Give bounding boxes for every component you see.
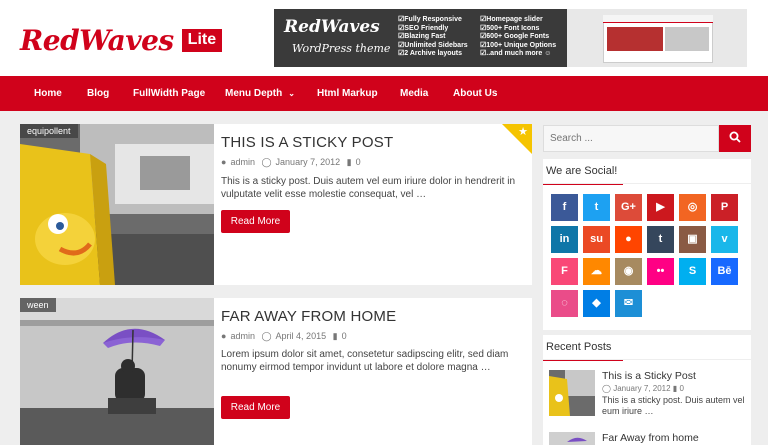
post-meta: ● admin ◯ January 7, 2012 ▮ 0 [221, 157, 365, 168]
post-card: equipollent THIS IS A STICKY POST ● admin… [20, 124, 532, 285]
recent-post-meta: ◯ January 7, 2012 ▮ 0 [602, 384, 684, 393]
nav-item-label: Menu Depth [225, 88, 283, 99]
post-title[interactable]: THIS IS A STICKY POST [221, 134, 393, 151]
search-widget [543, 125, 751, 152]
post-author[interactable]: admin [230, 157, 255, 167]
header-ad-banner[interactable]: RedWaves WordPress theme Fully Responsiv… [274, 9, 747, 67]
instagram-icon[interactable]: ▣ [679, 226, 706, 253]
recent-post-title[interactable]: Far Away from home [602, 432, 699, 444]
tumblr-icon[interactable]: t [647, 226, 674, 253]
main-nav: Home Blog FullWidth Page Menu Depth ⌄ Htm… [0, 76, 768, 111]
post-comments[interactable]: 0 [342, 331, 347, 341]
post-meta: ● admin ◯ April 4, 2015 ▮ 0 [221, 331, 351, 342]
post-excerpt: Lorem ipsum dolor sit amet, consetetur s… [221, 349, 509, 373]
skype-icon[interactable]: S [679, 258, 706, 285]
github-icon[interactable]: ◉ [615, 258, 642, 285]
reddit-icon[interactable]: ● [615, 226, 642, 253]
comments-icon: ▮ [672, 384, 678, 393]
site-logo[interactable]: RedWaves Lite [20, 20, 223, 60]
user-icon: ● [221, 157, 227, 167]
social-widget: We are Social! f t G+ ▶ ◎ Pin su ● t ▣ v F ☁ ◉ •• S Bē ◌ ◆… [542, 159, 751, 330]
banner-subtitle: WordPress theme [292, 42, 391, 55]
dribbble-icon[interactable]: ◌ [551, 290, 578, 317]
post-title[interactable]: FAR AWAY FROM HOME [221, 308, 396, 325]
post-thumbnail[interactable]: ween [20, 298, 214, 445]
banner-feature: ..and much more ☺ [480, 50, 556, 59]
read-more-button[interactable]: Read More [221, 396, 290, 419]
post-comments[interactable]: 0 [356, 157, 361, 167]
logo-badge: Lite [181, 28, 223, 52]
banner-feature: Blazing Fast [398, 33, 468, 42]
recent-post-title[interactable]: This is a Sticky Post [602, 370, 696, 382]
clock-icon: ◯ [261, 157, 272, 167]
email-icon[interactable]: ✉ [615, 290, 642, 317]
nav-item-media[interactable]: Media [400, 76, 428, 111]
recent-post-item[interactable]: Far Away from home [549, 432, 749, 445]
banner-feature: 600+ Google Fonts [480, 33, 556, 42]
banner-title: RedWaves [284, 17, 380, 37]
search-icon [729, 131, 741, 143]
clock-icon: ◯ [261, 331, 272, 341]
google-plus-icon[interactable]: G+ [615, 194, 642, 221]
nav-item-fullwidth-page[interactable]: FullWidth Page [133, 76, 205, 111]
youtube-icon[interactable]: ▶ [647, 194, 674, 221]
banner-feature: Homepage slider [480, 16, 556, 25]
linkedin-icon[interactable]: in [551, 226, 578, 253]
chevron-down-icon: ⌄ [288, 89, 295, 98]
nav-item-home[interactable]: Home [34, 76, 62, 111]
nav-item-html-markup[interactable]: Html Markup [317, 76, 378, 111]
recent-post-item[interactable]: This is a Sticky Post ◯ January 7, 2012 … [549, 370, 749, 416]
recent-post-excerpt: This is a sticky post. Duis autem vel eu… [602, 395, 745, 416]
site-header: RedWaves Lite RedWaves WordPress theme F… [0, 0, 768, 76]
clock-icon: ◯ [602, 384, 611, 393]
post-thumbnail[interactable]: equipollent [20, 124, 214, 285]
user-icon: ● [221, 331, 227, 341]
recent-post-thumbnail[interactable] [549, 370, 595, 416]
banner-feature: SEO Friendly [398, 25, 468, 34]
twitter-icon[interactable]: t [583, 194, 610, 221]
nav-item-menu-depth[interactable]: Menu Depth ⌄ [225, 76, 295, 111]
banner-feature: Fully Responsive [398, 16, 468, 25]
banner-features-left: Fully Responsive SEO Friendly Blazing Fa… [398, 16, 468, 59]
widget-title: Recent Posts [542, 341, 624, 361]
mug-image [20, 124, 214, 285]
post-date: April 4, 2015 [275, 331, 327, 341]
star-icon: ★ [518, 126, 528, 138]
post-category-tag[interactable]: equipollent [20, 124, 78, 138]
recent-post-thumbnail[interactable] [549, 432, 595, 445]
search-input[interactable] [543, 125, 719, 152]
post-author[interactable]: admin [230, 331, 255, 341]
recent-post-comments[interactable]: 0 [679, 384, 683, 393]
dropbox-icon[interactable]: ◆ [583, 290, 610, 317]
stumbleupon-icon[interactable]: su [583, 226, 610, 253]
read-more-button[interactable]: Read More [221, 210, 290, 233]
behance-icon[interactable]: Bē [711, 258, 738, 285]
pinterest-icon[interactable]: P [711, 194, 738, 221]
logo-text: RedWaves [20, 23, 174, 57]
flickr-icon[interactable]: •• [647, 258, 674, 285]
soundcloud-icon[interactable]: ☁ [583, 258, 610, 285]
widget-title: We are Social! [542, 165, 624, 185]
post-card: ween FAR AWAY FROM HOME ● admin ◯ April 4,… [20, 298, 532, 445]
post-excerpt: This is a sticky post. Duis autem vel eu… [221, 176, 516, 200]
banner-feature: 2 Archive layouts [398, 50, 468, 59]
umbrella-image [20, 298, 214, 445]
banner-features-right: Homepage slider 500+ Font Icons 600+ Goo… [480, 16, 556, 59]
recent-post-date: January 7, 2012 [613, 384, 671, 393]
rss-icon[interactable]: ◎ [679, 194, 706, 221]
post-category-tag[interactable]: ween [20, 298, 56, 312]
banner-feature: 500+ Font Icons [480, 25, 556, 34]
recent-posts-widget: Recent Posts This is a Sticky Post ◯ Jan… [542, 335, 751, 445]
facebook-icon[interactable]: f [551, 194, 578, 221]
nav-item-blog[interactable]: Blog [87, 76, 109, 111]
nav-item-about-us[interactable]: About Us [453, 76, 497, 111]
vimeo-icon[interactable]: v [711, 226, 738, 253]
foursquare-icon[interactable]: F [551, 258, 578, 285]
comments-icon: ▮ [346, 157, 352, 167]
banner-theme-screenshot [567, 9, 747, 67]
comments-icon: ▮ [332, 331, 338, 341]
search-button[interactable] [719, 125, 751, 152]
post-date: January 7, 2012 [275, 157, 341, 167]
